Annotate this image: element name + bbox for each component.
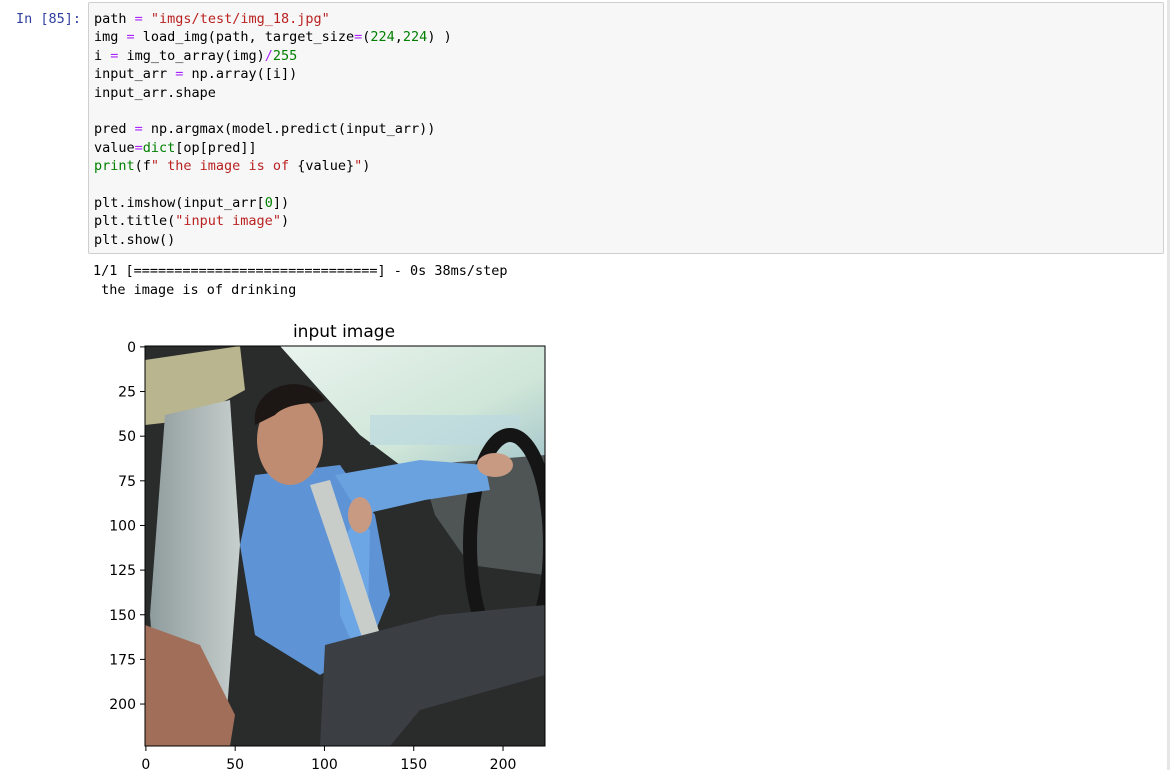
code-line: plt.show() bbox=[94, 231, 176, 248]
code-line: print(f" the image is of {value}") bbox=[94, 158, 371, 175]
figure-title: input image bbox=[293, 322, 395, 342]
code-line: img = load_img(path, target_size=(224,22… bbox=[94, 29, 452, 46]
y-tick-label: 200 bbox=[109, 697, 136, 713]
photo-image bbox=[144, 345, 546, 747]
result-line: the image is of drinking bbox=[93, 282, 297, 298]
y-tick-label: 125 bbox=[109, 563, 136, 579]
y-tick-label: 150 bbox=[109, 608, 136, 624]
x-tick-label: 150 bbox=[400, 757, 427, 770]
code-line: input_arr = np.array([i]) bbox=[94, 66, 298, 83]
figure-output: input image 0 25 50 75 100 125 150 175 2… bbox=[90, 315, 570, 773]
progress-line: 1/1 [==============================] - 0… bbox=[93, 263, 508, 279]
code-token: path bbox=[94, 11, 135, 27]
code-line: value=dict[op[pred]] bbox=[94, 139, 257, 156]
y-tick-label: 100 bbox=[109, 518, 136, 534]
code-line: i = img_to_array(img)/255 bbox=[94, 47, 298, 64]
code-line: plt.imshow(input_arr[0]) bbox=[94, 194, 290, 211]
x-axis: 0 50 100 150 200 bbox=[141, 746, 517, 773]
y-tick-label: 175 bbox=[109, 652, 136, 668]
cell-output: 1/1 [==============================] - 0… bbox=[93, 262, 508, 300]
cell-right-border bbox=[1167, 0, 1170, 770]
y-tick-label: 75 bbox=[118, 474, 136, 490]
code-line: path = "imgs/test/img_18.jpg" bbox=[94, 11, 330, 27]
x-tick-label: 50 bbox=[226, 757, 244, 770]
y-tick-label: 50 bbox=[118, 429, 136, 445]
cell-prompt: In [85]: bbox=[16, 11, 82, 27]
code-line: input_arr.shape bbox=[94, 84, 216, 101]
code-line: plt.title("input image") bbox=[94, 213, 290, 230]
y-tick-label: 25 bbox=[118, 385, 136, 401]
x-tick-label: 100 bbox=[311, 757, 338, 770]
code-line: pred = np.argmax(model.predict(input_arr… bbox=[94, 121, 436, 138]
code-cell-input[interactable]: path = "imgs/test/img_18.jpg"img = load_… bbox=[88, 2, 1164, 254]
code-editor[interactable]: path = "imgs/test/img_18.jpg"img = load_… bbox=[94, 10, 452, 249]
y-axis: 0 25 50 75 100 125 150 175 200 bbox=[109, 340, 145, 713]
x-tick-label: 0 bbox=[141, 757, 150, 770]
y-tick-label: 0 bbox=[127, 340, 136, 356]
x-tick-label: 200 bbox=[490, 757, 517, 770]
